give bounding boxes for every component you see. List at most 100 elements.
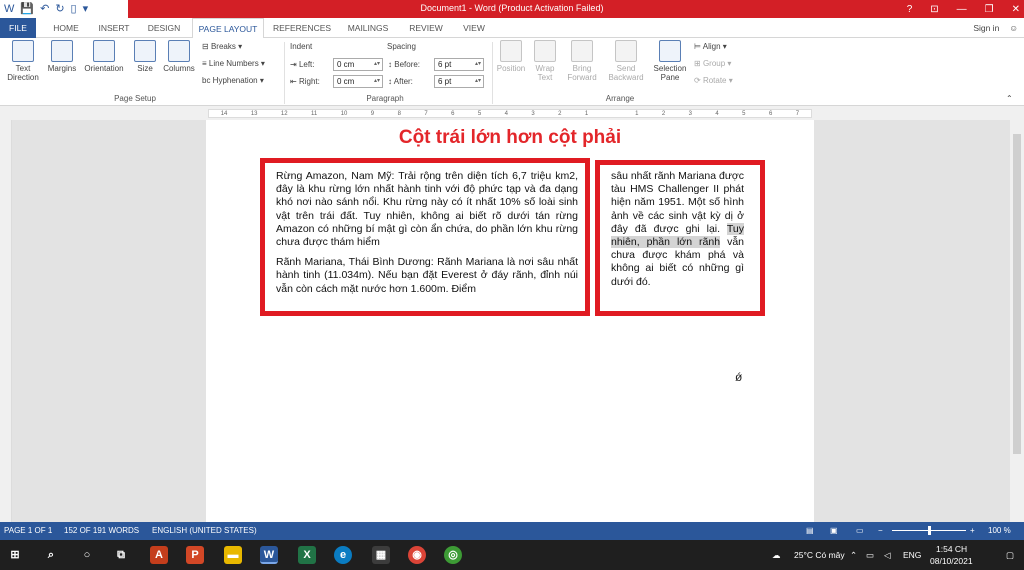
tab-file[interactable]: FILE [0, 18, 36, 38]
ruler-tick: 5 [477, 110, 482, 117]
zoom-level[interactable]: 100 % [988, 522, 1011, 540]
group-button[interactable]: ⊞ Group ▾ [694, 59, 731, 68]
vertical-scrollbar[interactable] [1010, 120, 1024, 522]
spin-arrows-icon[interactable]: ▴▾ [475, 59, 481, 70]
zoom-slider-thumb[interactable] [928, 526, 931, 535]
window-title: Document1 - Word (Product Activation Fai… [420, 3, 604, 13]
search-icon[interactable]: ⌕ [42, 546, 60, 564]
print-layout-icon[interactable]: ▣ [830, 522, 838, 540]
send-backward-button[interactable]: Send Backward [604, 40, 648, 82]
margins-button[interactable]: Margins [46, 40, 78, 73]
orientation-button[interactable]: Orientation [80, 40, 128, 73]
restore-icon[interactable]: ❐ [985, 4, 994, 15]
account-icon[interactable]: ☺ [1009, 18, 1018, 38]
tab-insert[interactable]: INSERT [92, 18, 136, 38]
page-count[interactable]: PAGE 1 OF 1 [4, 522, 52, 540]
sign-in-link[interactable]: Sign in [973, 18, 999, 38]
tab-review[interactable]: REVIEW [402, 18, 450, 38]
zoom-out-button[interactable]: − [878, 522, 883, 540]
spin-arrows-icon[interactable]: ▴▾ [374, 59, 380, 70]
columns-button[interactable]: Columns [160, 40, 198, 73]
ruler-tick: 3 [688, 110, 692, 117]
clock-date[interactable]: 08/10/2021 [930, 546, 973, 570]
rotate-button[interactable]: ⟳ Rotate ▾ [694, 76, 733, 85]
notification-icon[interactable]: ▢ [1006, 540, 1014, 570]
edge-browser-icon[interactable]: e [334, 546, 352, 564]
size-button[interactable]: Size [132, 40, 158, 73]
indent-right-input[interactable]: 0 cm ▴▾ [333, 75, 383, 88]
chrome-browser-icon[interactable]: ◉ [408, 546, 426, 564]
language-indicator[interactable]: ENGLISH (UNITED STATES) [152, 522, 257, 540]
spin-arrows-icon[interactable]: ▴▾ [475, 76, 481, 87]
breaks-button[interactable]: ⊟ Breaks ▾ [202, 42, 242, 51]
ruler-tick: 13 [250, 110, 258, 117]
wrap-text-icon [534, 40, 556, 62]
indent-left-input[interactable]: 0 cm ▴▾ [333, 58, 383, 71]
send-backward-icon [615, 40, 637, 62]
tab-home[interactable]: HOME [44, 18, 88, 38]
tab-page-layout[interactable]: PAGE LAYOUT [192, 18, 264, 39]
wrap-text-button[interactable]: Wrap Text [530, 40, 560, 82]
right-column-text[interactable]: sâu nhất rãnh Mariana được tàu HMS Chall… [611, 170, 744, 289]
ribbon: Text Direction Margins Orientation Size … [0, 38, 1024, 106]
close-icon[interactable]: ✕ [1012, 4, 1020, 15]
weather-icon[interactable]: ☁ [772, 540, 781, 570]
paragraph-mariana[interactable]: Rãnh Mariana, Thái Bình Dương: Rãnh Mari… [276, 256, 578, 296]
ruler-tick: 2 [661, 110, 666, 117]
word-app-icon[interactable]: W [260, 546, 278, 564]
right-column-text-start[interactable]: sâu nhất rãnh Mariana được tàu HMS Chall… [611, 170, 744, 235]
document-heading[interactable]: Cột trái lớn hơn cột phải [206, 127, 814, 149]
bring-forward-button[interactable]: Bring Forward [562, 40, 602, 82]
tab-design[interactable]: DESIGN [142, 18, 186, 38]
line-numbers-button[interactable]: ≡ Line Numbers ▾ [202, 59, 265, 68]
access-app-icon[interactable]: A [150, 546, 168, 564]
coccoc-browser-icon[interactable]: ◎ [444, 546, 462, 564]
excel-app-icon[interactable]: X [298, 546, 316, 564]
ribbon-display-icon[interactable]: ⊡ [930, 4, 938, 15]
hyphenation-button[interactable]: bc Hyphenation ▾ [202, 76, 264, 85]
task-view-icon[interactable]: ⧉ [112, 546, 130, 564]
input-language[interactable]: ENG [903, 540, 921, 570]
read-mode-icon[interactable]: ▤ [806, 522, 814, 540]
help-icon[interactable]: ? [907, 4, 913, 15]
word-count[interactable]: 152 OF 191 WORDS [64, 522, 139, 540]
selection-pane-button[interactable]: Selection Pane [650, 40, 690, 82]
indent-left-label: ⇥ Left: [290, 60, 315, 69]
indent-right-icon: ⇤ [290, 77, 299, 86]
ruler-tick: 10 [340, 110, 348, 117]
windows-start-icon[interactable]: ⊞ [6, 546, 24, 564]
position-button[interactable]: Position [494, 40, 528, 73]
tab-view[interactable]: VIEW [454, 18, 494, 38]
powerpoint-app-icon[interactable]: P [186, 546, 204, 564]
margins-icon [51, 40, 73, 62]
cortana-icon[interactable]: ○ [78, 546, 96, 564]
paragraph-amazon[interactable]: Rừng Amazon, Nam Mỹ: Trải rộng trên diện… [276, 170, 578, 249]
ruler-tick: 6 [768, 110, 773, 117]
left-column-text[interactable]: Rừng Amazon, Nam Mỹ: Trải rộng trên diện… [276, 170, 578, 303]
zoom-in-button[interactable]: + [970, 522, 975, 540]
tab-references[interactable]: REFERENCES [270, 18, 334, 38]
ruler-tick: 1 [584, 110, 589, 117]
indent-right-label: ⇤ Right: [290, 77, 320, 86]
web-layout-icon[interactable]: ▭ [856, 522, 864, 540]
ruler-tick: 9 [370, 110, 375, 117]
weather-text[interactable]: 25°C Có mây [794, 540, 845, 570]
group-separator [492, 42, 493, 104]
horizontal-ruler[interactable]: 14 13 12 11 10 9 8 7 6 5 4 3 2 1 1 2 3 4 5 6 7 [208, 109, 812, 118]
file-explorer-icon[interactable]: ▬ [224, 546, 242, 564]
vertical-ruler[interactable] [0, 120, 12, 522]
spin-arrows-icon[interactable]: ▴▾ [374, 76, 380, 87]
text-direction-button[interactable]: Text Direction [4, 40, 42, 82]
volume-icon[interactable]: ◁ [884, 540, 891, 570]
calculator-icon[interactable]: ▦ [372, 546, 390, 564]
align-button[interactable]: ⊨ Align ▾ [694, 42, 727, 51]
collapse-ribbon-icon[interactable]: ⌃ [1006, 94, 1013, 103]
tray-chevron-icon[interactable]: ⌃ [850, 540, 857, 570]
spacing-after-input[interactable]: 6 pt ▴▾ [434, 75, 484, 88]
ribbon-tabs: FILE HOME INSERT DESIGN PAGE LAYOUT REFE… [0, 18, 1024, 39]
minimize-icon[interactable]: — [957, 4, 967, 15]
tab-mailings[interactable]: MAILINGS [340, 18, 396, 38]
network-icon[interactable]: ▭ [866, 540, 874, 570]
scrollbar-thumb[interactable] [1013, 134, 1021, 454]
spacing-before-input[interactable]: 6 pt ▴▾ [434, 58, 484, 71]
